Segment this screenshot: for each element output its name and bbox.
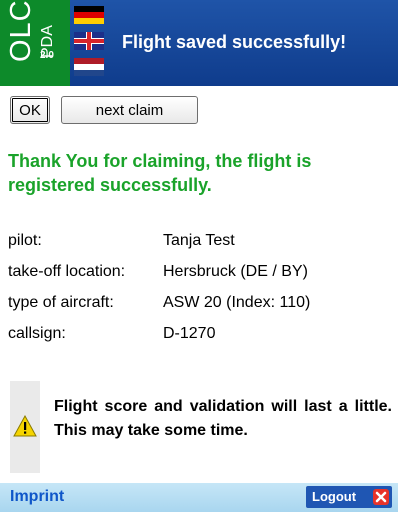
uk-flag-icon[interactable]: [74, 32, 104, 50]
detail-value: ASW 20 (Index: 110): [163, 294, 311, 311]
detail-label: pilot:: [8, 232, 42, 249]
detail-row-callsign: callsign: D-1270: [8, 325, 388, 356]
header-bar: OLC PDA 2.0 Flight saved successfully!: [0, 0, 398, 86]
germany-flag-icon[interactable]: [74, 6, 104, 24]
next-claim-button[interactable]: next claim: [61, 96, 198, 124]
detail-row-pilot: pilot: Tanja Test: [8, 232, 388, 263]
detail-row-aircraft-type: type of aircraft: ASW 20 (Index: 110): [8, 294, 388, 325]
logo-version: 2.0: [40, 50, 54, 61]
page-title: Flight saved successfully!: [122, 32, 347, 52]
success-message: Thank You for claiming, the flight is re…: [8, 151, 312, 195]
logo-text: OLC: [5, 0, 37, 62]
notice-icon-box: [10, 381, 40, 473]
logout-label: Logout: [312, 489, 357, 504]
score-notice: Flight score and validation will last a …: [10, 381, 392, 473]
detail-label: take-off location:: [8, 263, 126, 280]
flight-details: pilot: Tanja Test take-off location: Her…: [8, 232, 388, 356]
detail-value: Tanja Test: [163, 232, 235, 249]
detail-value: Hersbruck (DE / BY): [163, 263, 308, 280]
notice-text: Flight score and validation will last a …: [54, 398, 392, 439]
detail-value: D-1270: [163, 325, 216, 342]
language-flags: [74, 6, 104, 78]
detail-label: callsign:: [8, 325, 66, 342]
imprint-link[interactable]: Imprint: [10, 488, 64, 506]
close-icon: [373, 489, 389, 505]
netherlands-flag-icon[interactable]: [74, 58, 104, 76]
detail-row-takeoff-location: take-off location: Hersbruck (DE / BY): [8, 263, 388, 294]
detail-label: type of aircraft:: [8, 294, 114, 311]
olc-logo: OLC PDA 2.0: [0, 0, 70, 86]
logout-button[interactable]: Logout: [306, 486, 392, 508]
ok-button[interactable]: OK: [10, 96, 50, 124]
warning-icon: [13, 415, 37, 437]
footer-bar: Imprint Logout: [0, 483, 398, 512]
